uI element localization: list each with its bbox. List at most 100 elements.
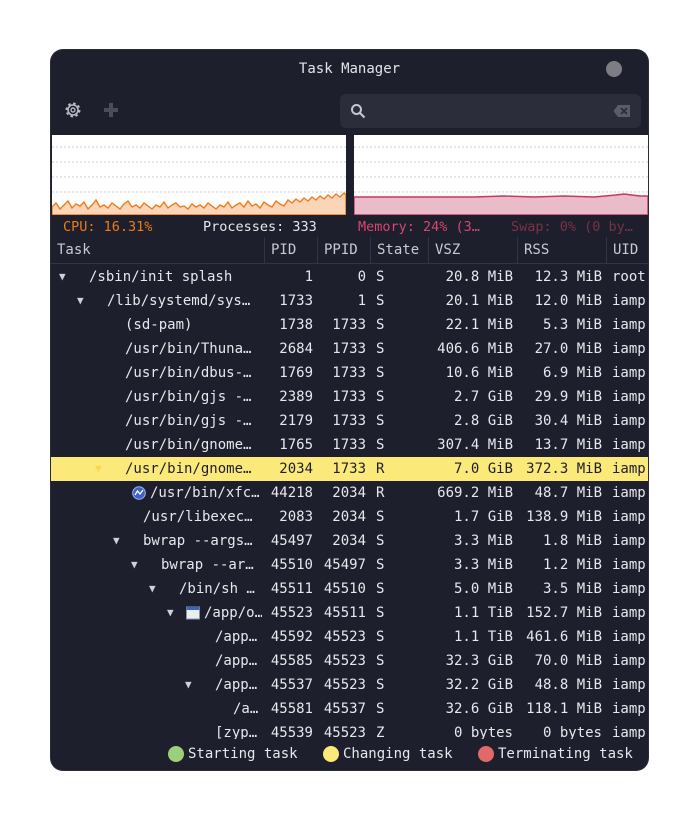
table-row[interactable]: ▼ /app… 45537 45523 S 32.2 GiB 48.8 MiB iampr <box>51 673 648 697</box>
table-row[interactable]: /app… 45592 45523 S 1.1 TiB 461.6 MiB iampr <box>51 625 648 649</box>
pid-cell: 1765 <box>279 437 313 453</box>
table-row[interactable]: /usr/bin/gjs -… 2389 1733 S 2.7 GiB 29.9 MiB i… <box>51 385 648 409</box>
uid-cell: iampr <box>612 557 648 573</box>
table-row[interactable]: [zyp… 45539 45523 Z 0 bytes 0 bytes iampr <box>51 721 648 739</box>
table-row[interactable]: (sd-pam) 1738 1733 S 22.1 MiB 5.3 MiB iampr <box>51 313 648 337</box>
expand-toggle-icon[interactable]: ▼ <box>59 265 66 289</box>
search-input[interactable] <box>340 94 641 128</box>
close-button[interactable] <box>606 61 622 77</box>
state-cell: S <box>376 341 385 357</box>
vsz-cell: 1.1 TiB <box>453 605 513 621</box>
rss-cell: 3.5 MiB <box>542 581 602 597</box>
expand-toggle-icon[interactable]: ▼ <box>131 553 138 577</box>
state-cell: R <box>376 461 385 477</box>
column-ppid[interactable]: PPID <box>318 237 371 263</box>
vsz-cell: 22.1 MiB <box>445 317 513 333</box>
rss-cell: 5.3 MiB <box>542 317 602 333</box>
expand-toggle-icon[interactable]: ▼ <box>149 577 156 601</box>
table-row[interactable]: ▼ bwrap --args… 45497 2034 S 3.3 MiB 1.8 MiB ia… <box>51 529 648 553</box>
uid-cell: iampr <box>612 605 648 621</box>
uid-cell: iampr <box>612 629 648 645</box>
vsz-cell: 20.1 MiB <box>445 293 513 309</box>
table-row[interactable]: ▼ /lib/systemd/sys… 1733 1 S 20.1 MiB 12.0 MiB… <box>51 289 648 313</box>
table-row[interactable]: /usr/bin/gjs -… 2179 1733 S 2.8 GiB 30.4 MiB i… <box>51 409 648 433</box>
rss-cell: 27.0 MiB <box>534 341 602 357</box>
state-cell: S <box>376 677 385 693</box>
rss-cell: 461.6 MiB <box>526 629 602 645</box>
ppid-cell: 45523 <box>323 629 366 645</box>
table-row[interactable]: /app… 45585 45523 S 32.3 GiB 70.0 MiB iampr <box>51 649 648 673</box>
table-row[interactable]: /usr/bin/xfc… 44218 2034 R 669.2 MiB 48.7 MiB… <box>51 481 648 505</box>
legend-terminating: Terminating task <box>498 746 633 762</box>
rss-cell: 12.3 MiB <box>534 269 602 285</box>
pid-cell: 45510 <box>270 557 313 573</box>
plus-icon[interactable] <box>101 100 121 120</box>
table-row[interactable]: /a… 45581 45537 S 32.6 GiB 118.1 MiB iampr <box>51 697 648 721</box>
legend-changing: Changing task <box>343 746 453 762</box>
table-row[interactable]: ▼ /app/o… 45523 45511 S 1.1 TiB 152.7 MiB iampr <box>51 601 648 625</box>
rss-cell: 138.9 MiB <box>526 509 602 525</box>
table-row[interactable]: ▼ bwrap --ar… 45510 45497 S 3.3 MiB 1.2 MiB iam… <box>51 553 648 577</box>
uid-cell: iampr <box>612 725 648 739</box>
rss-cell: 1.8 MiB <box>542 533 602 549</box>
uid-cell: iampr <box>612 581 648 597</box>
vsz-cell: 32.6 GiB <box>445 701 513 717</box>
state-cell: Z <box>376 725 385 739</box>
expand-toggle-icon[interactable]: ▼ <box>167 601 174 625</box>
column-uid[interactable]: UID <box>607 237 648 263</box>
state-cell: S <box>376 653 385 669</box>
column-pid[interactable]: PID <box>265 237 318 263</box>
uid-cell: iampr <box>612 389 648 405</box>
uid-cell: iampr <box>612 317 648 333</box>
table-row[interactable]: /usr/bin/dbus-… 1769 1733 S 10.6 MiB 6.9 MiB i… <box>51 361 648 385</box>
column-vsz[interactable]: VSZ <box>429 237 518 263</box>
expand-toggle-icon[interactable]: ▼ <box>113 529 120 553</box>
column-task[interactable]: Task <box>51 237 265 263</box>
vsz-cell: 2.8 GiB <box>453 413 513 429</box>
gear-icon[interactable] <box>63 100 83 120</box>
window-title: Task Manager <box>298 61 401 77</box>
pid-cell: 2034 <box>279 461 313 477</box>
expand-toggle-icon[interactable]: ▼ <box>95 457 102 481</box>
ppid-cell: 1733 <box>332 413 366 429</box>
task-name: [zyp… <box>215 725 258 739</box>
ppid-cell: 45537 <box>323 701 366 717</box>
expand-toggle-icon[interactable]: ▼ <box>77 289 84 313</box>
legend-starting: Starting task <box>188 746 298 762</box>
table-row[interactable]: /usr/bin/gnome… 1765 1733 S 307.4 MiB 13.7 Mi… <box>51 433 648 457</box>
task-name: /lib/systemd/sys… <box>107 293 251 309</box>
column-rss[interactable]: RSS <box>518 237 607 263</box>
table-row[interactable]: ▼ /bin/sh … 45511 45510 S 5.0 MiB 3.5 MiB iampr <box>51 577 648 601</box>
task-name: /usr/bin/gjs -… <box>125 413 252 429</box>
pid-cell: 1 <box>304 269 313 285</box>
state-cell: S <box>376 437 385 453</box>
state-cell: S <box>376 533 385 549</box>
table-row[interactable]: ▼ /usr/bin/gnome… 2034 1733 R 7.0 GiB 372.3 Mi… <box>51 457 648 481</box>
vsz-cell: 669.2 MiB <box>437 485 513 501</box>
vsz-cell: 1.7 GiB <box>453 509 513 525</box>
uid-cell: iampr <box>612 437 648 453</box>
pid-cell: 2389 <box>279 389 313 405</box>
swap-usage: Swap: 0% (0 by… <box>511 219 633 235</box>
task-name: /sbin/init splash <box>89 269 233 285</box>
column-state[interactable]: State <box>371 237 429 263</box>
task-name: /usr/libexec… <box>143 509 253 525</box>
table-row[interactable]: /usr/libexec… 2083 2034 S 1.7 GiB 138.9 MiB ia… <box>51 505 648 529</box>
pid-cell: 45539 <box>270 725 313 739</box>
title-bar[interactable]: Task Manager <box>51 50 648 90</box>
table-header: Task PID PPID State VSZ RSS UID <box>51 237 648 264</box>
pid-cell: 45585 <box>270 653 313 669</box>
state-cell: S <box>376 269 385 285</box>
ppid-cell: 1733 <box>332 341 366 357</box>
task-name: /app… <box>215 677 258 693</box>
pid-cell: 2179 <box>279 413 313 429</box>
state-cell: S <box>376 317 385 333</box>
expand-toggle-icon[interactable]: ▼ <box>185 673 192 697</box>
stats-bar: CPU: 16.31% Processes: 333 Memory: 24% (… <box>51 219 648 235</box>
changing-dot <box>323 746 339 762</box>
cpu-graph <box>52 135 346 215</box>
task-name: /app… <box>215 653 258 669</box>
table-row[interactable]: /usr/bin/Thuna… 2684 1733 S 406.6 MiB 27.0 Mi… <box>51 337 648 361</box>
clear-icon[interactable] <box>613 104 631 118</box>
table-row[interactable]: ▼ /sbin/init splash 1 0 S 20.8 MiB 12.3 MiB roo… <box>51 265 648 289</box>
